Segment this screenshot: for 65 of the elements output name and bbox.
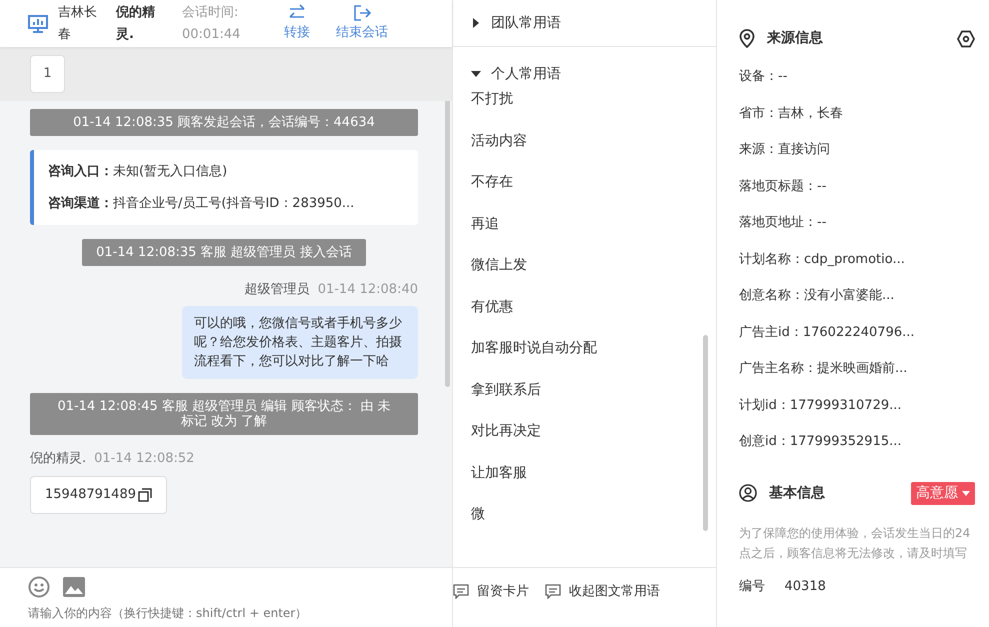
section-title: 基本信息 (769, 484, 825, 502)
info-field: 计划id：177999310729... (739, 396, 975, 415)
entry-info-line: 咨询入口：未知(暂无入口信息) (48, 162, 228, 181)
system-message: 01-14 12:08:35 客服 超级管理员 接入会话 (82, 239, 366, 266)
caret-right-icon (471, 18, 481, 28)
phrase-item[interactable]: 活动内容 (471, 128, 716, 170)
phrase-item[interactable]: 拿到联系后 (471, 378, 716, 419)
info-field: 落地页标题：-- (739, 176, 975, 196)
user-circle-icon (739, 484, 757, 502)
scrollbar-thumb[interactable] (445, 101, 450, 387)
session-timer: 00:01:44 (182, 26, 242, 44)
phrase-item[interactable]: 对比再决定 (471, 419, 716, 460)
info-field: 广告主id：176022240796... (739, 322, 975, 342)
caret-down-icon (962, 490, 970, 496)
phrase-item[interactable]: 不打扰 (471, 87, 716, 128)
notice-text: 为了保障您的使用体验，会话发生当日的24点之后，顾客信息将无法修改，请及时填写 (739, 524, 972, 562)
message-icon (453, 584, 469, 600)
emoji-icon[interactable] (28, 576, 50, 598)
phone-number: 15948791489 (45, 486, 136, 504)
image-icon[interactable] (63, 577, 85, 597)
message-bubble: 可以的哦，您微信号或者手机号多少呢？给您发价格表、主题客片、拍摄流程看下，您可以对比了解一下哈 (182, 306, 418, 378)
phrase-group-toggle[interactable]: 个人常用语 (453, 61, 716, 87)
phrase-item[interactable]: 有优惠 (471, 294, 716, 336)
phrase-item[interactable]: 微信上发 (471, 253, 716, 294)
info-field: 设备：-- (739, 67, 975, 86)
field-value: 40318 (784, 578, 826, 596)
exit-icon (352, 4, 372, 22)
entry-info-line: 咨询渠道：抖音企业号/员工号(抖音号ID：283950... (48, 194, 356, 212)
monitor-icon (28, 14, 48, 32)
info-field: 落地页地址：-- (739, 213, 975, 232)
customer-location: 吉林长春 (58, 4, 98, 44)
sender-name: 倪的精灵. (30, 450, 86, 468)
end-session-button[interactable]: 结束会话 (328, 4, 396, 44)
system-message: 01-14 12:08:45 客服 超级管理员 编辑 顾客状态： 由 未标记 改为 了解 (30, 392, 418, 434)
scrollbar-thumb[interactable] (703, 335, 708, 531)
message-time: 01-14 12:08:52 (94, 450, 194, 468)
customer-name: 倪的精灵. (116, 4, 156, 44)
phrase-item[interactable]: 让加客服 (471, 460, 716, 502)
copy-icon[interactable] (138, 488, 152, 502)
info-field: 省市：吉林，长春 (739, 104, 975, 123)
info-field: 计划名称：cdp_promotio... (739, 250, 975, 269)
info-field: 创意名称：没有小富婆能... (739, 286, 975, 306)
message-time: 01-14 12:08:40 (318, 281, 418, 299)
sender-name: 超级管理员 (244, 281, 310, 299)
location-pin-icon (739, 29, 755, 48)
field-label: 编号 (739, 578, 765, 596)
settings-icon[interactable] (957, 30, 975, 48)
phrase-item[interactable]: 微 (471, 502, 716, 544)
info-field: 创意id：177999352915... (739, 432, 975, 452)
message-input[interactable]: 请输入你的内容（换行快捷键：shift/ctrl + enter） (28, 604, 424, 622)
section-title: 来源信息 (767, 29, 823, 48)
page-number-button[interactable]: 1 (30, 55, 65, 93)
message-icon (545, 584, 561, 600)
info-field: 来源：直接访问 (739, 140, 975, 160)
system-message: 01-14 12:08:35 顾客发起会话，会话编号：44634 (30, 109, 418, 136)
timer-label: 会话时间: (182, 4, 240, 22)
phrase-item[interactable]: 加客服时说自动分配 (471, 336, 716, 378)
phrase-item[interactable]: 不存在 (471, 170, 716, 212)
info-field: 广告主名称：提米映画婚前... (739, 359, 975, 378)
phrase-action-button[interactable]: 收起图文常用语 (545, 582, 660, 602)
caret-down-icon (471, 69, 481, 79)
phrase-group-toggle[interactable]: 团队常用语 (453, 0, 716, 47)
phrase-action-button[interactable]: 留资卡片 (453, 582, 529, 602)
transfer-button[interactable]: 转接 (276, 4, 318, 44)
phrase-item[interactable]: 再追 (471, 212, 716, 253)
